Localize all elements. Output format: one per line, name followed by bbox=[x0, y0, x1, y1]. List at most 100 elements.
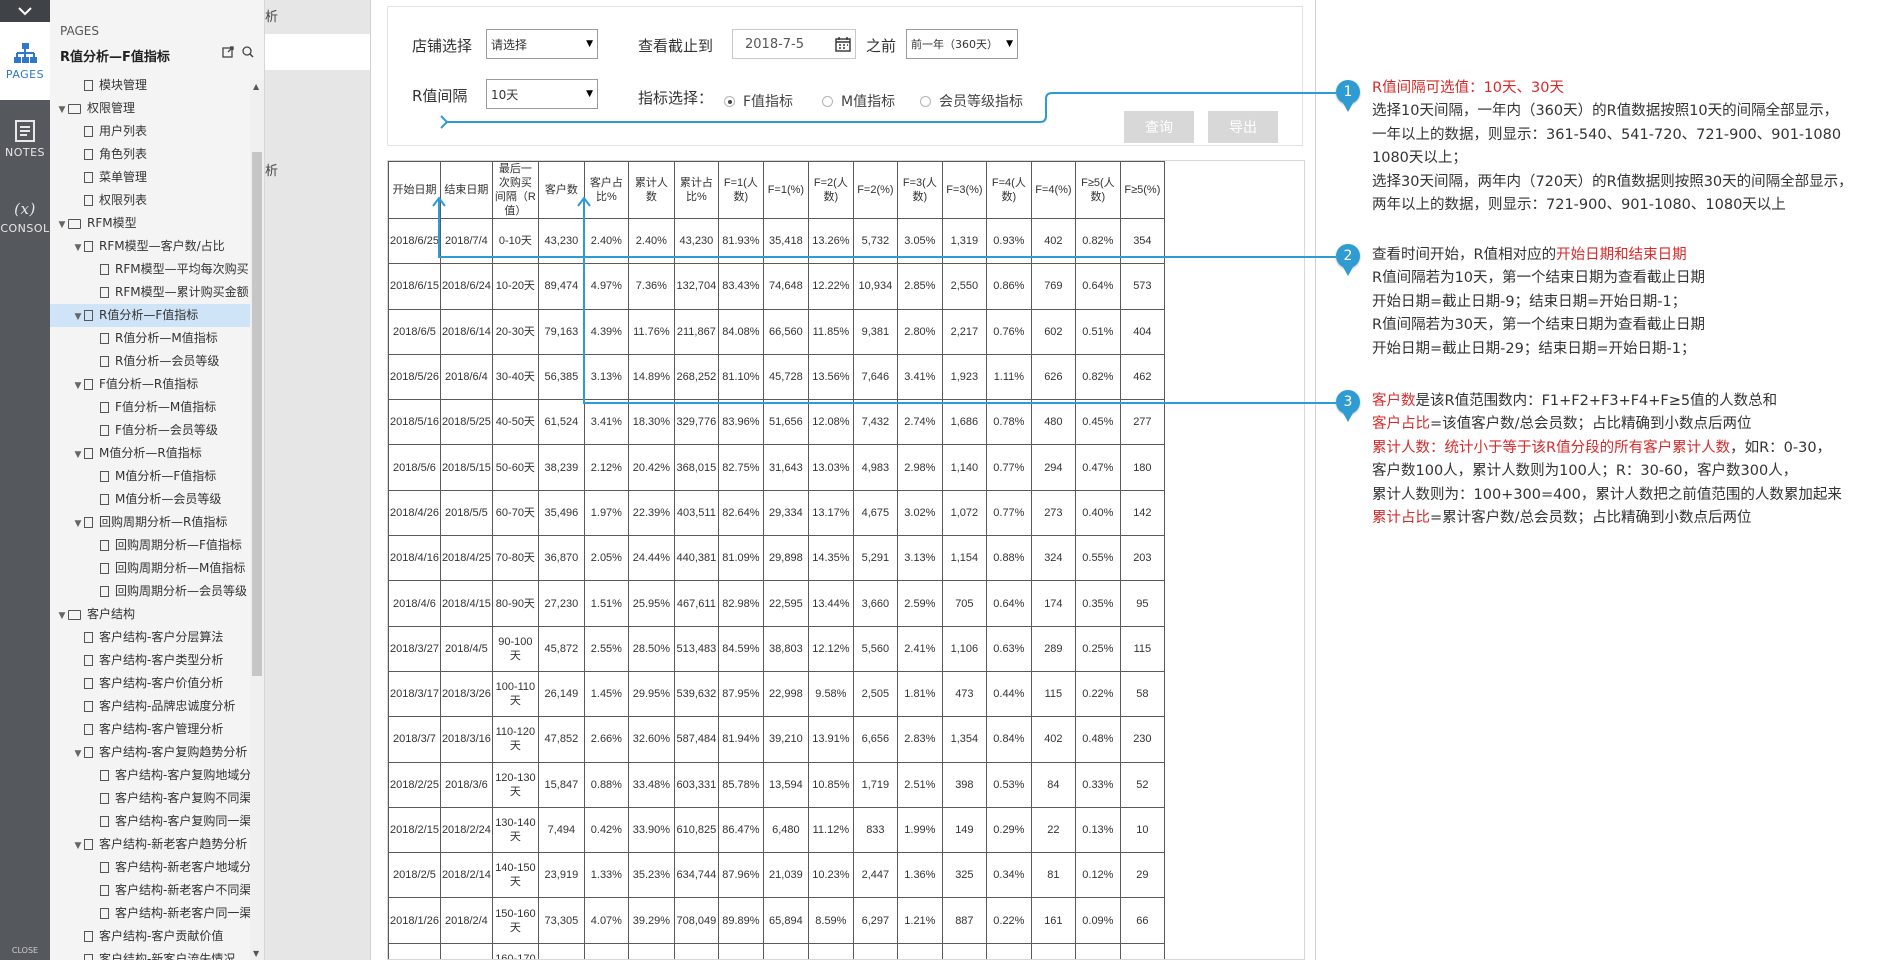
tree-item-label: R值分析—F值指标 bbox=[99, 308, 199, 322]
tree-item[interactable]: ▼ M值分析—R值指标 bbox=[50, 442, 250, 465]
tree-item[interactable]: 客户结构-新老客户地域分布 bbox=[50, 856, 250, 879]
tree-item[interactable]: 角色列表 bbox=[50, 143, 250, 166]
date-picker[interactable]: 2018-7-5 bbox=[732, 29, 856, 59]
tree-item-label: F值分析—R值指标 bbox=[99, 377, 199, 391]
tree-item[interactable]: 客户结构-客户价值分析 bbox=[50, 672, 250, 695]
tree-item[interactable]: 菜单管理 bbox=[50, 166, 250, 189]
tree-item[interactable]: ▼ 回购周期分析—R值指标 bbox=[50, 511, 250, 534]
tree-item[interactable]: ▼ RFM模型 bbox=[50, 212, 250, 235]
tree-item[interactable]: ▼ 权限管理 bbox=[50, 97, 250, 120]
tree-item[interactable]: ▼ 客户结构 bbox=[50, 603, 250, 626]
tree-item[interactable]: 客户结构-客户复购地域分布 bbox=[50, 764, 250, 787]
note-line: 选择30天间隔，两年内（720天）的R值数据则按照30天的间隔全部显示， bbox=[1372, 171, 1853, 194]
page-icon bbox=[100, 586, 109, 597]
collapse-toggle[interactable] bbox=[0, 0, 50, 22]
tree-item[interactable]: ▼ F值分析—R值指标 bbox=[50, 373, 250, 396]
tree-item[interactable]: ▼ 客户结构-新老客户趋势分析 bbox=[50, 833, 250, 856]
page-tree: 模块管理 ▼ 权限管理 用户列表 角色列表 菜单管理 权限列表 ▼ RFM模型 ▼ RFM模型—客户… bbox=[50, 74, 250, 960]
rail-pages-tab[interactable]: PAGES bbox=[0, 22, 50, 100]
table-row: 2018/2/15 2018/2/24 130-140天 7,494 0.42% 33.9… bbox=[388, 806, 1165, 854]
tree-item[interactable]: F值分析—会员等级 bbox=[50, 419, 250, 442]
tree-item[interactable]: 用户列表 bbox=[50, 120, 250, 143]
tree-item[interactable]: ▼ R值分析—F值指标 bbox=[50, 304, 250, 327]
tree-expand-icon[interactable]: ▼ bbox=[72, 306, 84, 327]
tree-item[interactable]: 回购周期分析—M值指标 bbox=[50, 557, 250, 580]
tree-item[interactable]: ▼ RFM模型—客户数/占比 bbox=[50, 235, 250, 258]
table-cell: 33.48% bbox=[627, 761, 675, 808]
page-icon bbox=[84, 80, 93, 91]
calendar-icon[interactable] bbox=[835, 36, 851, 52]
page-icon bbox=[100, 471, 109, 482]
tree-expand-icon[interactable]: ▼ bbox=[56, 605, 68, 626]
tree-expand-icon[interactable]: ▼ bbox=[56, 99, 68, 120]
tree-item[interactable]: 客户结构-新客户流失情况 bbox=[50, 948, 250, 960]
tree-item[interactable]: RFM模型—平均每次购买 bbox=[50, 258, 250, 281]
search-page-icon[interactable] bbox=[242, 46, 254, 58]
rail-close-label[interactable]: CLOSE bbox=[0, 946, 50, 960]
tree-item[interactable]: 客户结构-新老客户同一渠道 bbox=[50, 902, 250, 925]
tree-scrollbar[interactable]: ▲ ▼ bbox=[250, 80, 264, 960]
tree-item[interactable]: RFM模型—累计购买金额 bbox=[50, 281, 250, 304]
note-line: 客户数100人，累计人数则为100人；R：30-60，客户数300人， bbox=[1372, 460, 1842, 483]
radio-f-indicator[interactable]: F值指标 bbox=[724, 91, 793, 111]
scroll-down-icon[interactable]: ▼ bbox=[253, 949, 259, 958]
scroll-up-icon[interactable]: ▲ bbox=[253, 82, 259, 91]
tree-item[interactable]: 客户结构-客户贡献价值 bbox=[50, 925, 250, 948]
table-cell: 0.34% bbox=[985, 852, 1032, 899]
tree-item[interactable]: R值分析—M值指标 bbox=[50, 327, 250, 350]
tree-expand-icon[interactable]: ▼ bbox=[72, 835, 84, 856]
tree-item[interactable]: 客户结构-客户复购同一渠道 bbox=[50, 810, 250, 833]
strip-text-2: 析 bbox=[265, 164, 279, 179]
rail-notes-tab[interactable]: NOTES bbox=[0, 100, 50, 178]
tree-item[interactable]: 回购周期分析—F值指标 bbox=[50, 534, 250, 557]
tree-item[interactable]: 回购周期分析—会员等级 bbox=[50, 580, 250, 603]
table-cell: 161 bbox=[1030, 897, 1076, 944]
tree-item[interactable]: 客户结构-客户复购不同渠道 bbox=[50, 787, 250, 810]
tree-item[interactable]: 客户结构-新老客户不同渠道 bbox=[50, 879, 250, 902]
tree-expand-icon[interactable]: ▼ bbox=[72, 375, 84, 396]
page-icon bbox=[100, 425, 109, 436]
radio-level-indicator[interactable]: 会员等级指标 bbox=[920, 91, 1023, 111]
note-text: =累计客户数/总会员数；占比精确到小数点后两位 bbox=[1430, 510, 1752, 527]
tree-item[interactable]: R值分析—会员等级 bbox=[50, 350, 250, 373]
tree-item[interactable]: 客户结构-品牌忠诚度分析 bbox=[50, 695, 250, 718]
table-cell: 1,354 bbox=[941, 716, 987, 763]
scrollbar-thumb[interactable] bbox=[252, 152, 262, 676]
table-row: 2018/4/16 2018/4/25 70-80天 36,870 2.05% 24.44… bbox=[388, 535, 1165, 582]
tree-item-label: R值分析—M值指标 bbox=[115, 331, 218, 345]
period-select[interactable]: 前一年（360天） ▼ bbox=[906, 29, 1018, 59]
query-button[interactable]: 查询 bbox=[1124, 111, 1194, 143]
tree-item[interactable]: 客户结构-客户管理分析 bbox=[50, 718, 250, 741]
table-cell: 0.42% bbox=[583, 806, 629, 854]
rail-console-tab[interactable]: (x) CONSOL bbox=[0, 178, 50, 256]
tree-item[interactable]: 客户结构-客户类型分析 bbox=[50, 649, 250, 672]
tree-item[interactable]: 权限列表 bbox=[50, 189, 250, 212]
tree-item[interactable]: M值分析—会员等级 bbox=[50, 488, 250, 511]
tree-item-label: 客户结构-客户价值分析 bbox=[99, 676, 224, 690]
tree-expand-icon[interactable]: ▼ bbox=[72, 237, 84, 258]
note-line: 两年以上的数据，则显示：721-900、901-1080、1080天以上 bbox=[1372, 194, 1853, 217]
tree-item[interactable]: 客户结构-客户分层算法 bbox=[50, 626, 250, 649]
tree-item[interactable]: F值分析—M值指标 bbox=[50, 396, 250, 419]
tree-item[interactable]: M值分析—F值指标 bbox=[50, 465, 250, 488]
table-row: 2018/6/25 2018/7/4 0-10天 43,230 2.40% 2.40% 43… bbox=[388, 217, 1165, 265]
tree-expand-icon[interactable]: ▼ bbox=[72, 743, 84, 764]
radio-m-indicator[interactable]: M值指标 bbox=[822, 91, 895, 111]
interval-select[interactable]: 10天 ▼ bbox=[486, 79, 598, 109]
table-cell: 20.42% bbox=[627, 444, 675, 491]
export-button[interactable]: 导出 bbox=[1208, 111, 1278, 143]
table-cell: 22.39% bbox=[627, 489, 675, 537]
tree-expand-icon[interactable]: ▼ bbox=[72, 513, 84, 534]
tree-item-label: 客户结构-新客户流失情况 bbox=[99, 952, 236, 960]
export-page-icon[interactable] bbox=[222, 46, 234, 58]
store-select[interactable]: 请选择 ▼ bbox=[486, 29, 598, 59]
table-cell: 26,149 bbox=[537, 670, 585, 718]
tree-item[interactable]: 模块管理 bbox=[50, 74, 250, 97]
tree-item[interactable]: ▼ 客户结构-客户复购趋势分析 bbox=[50, 741, 250, 764]
store-select-value: 请选择 bbox=[491, 37, 528, 52]
tree-expand-icon[interactable]: ▼ bbox=[72, 444, 84, 465]
tree-expand-icon[interactable]: ▼ bbox=[56, 214, 68, 235]
table-cell: 87 bbox=[1119, 942, 1165, 959]
table-cell: 13.26% bbox=[807, 217, 854, 265]
table-cell: 1,319 bbox=[941, 217, 987, 265]
